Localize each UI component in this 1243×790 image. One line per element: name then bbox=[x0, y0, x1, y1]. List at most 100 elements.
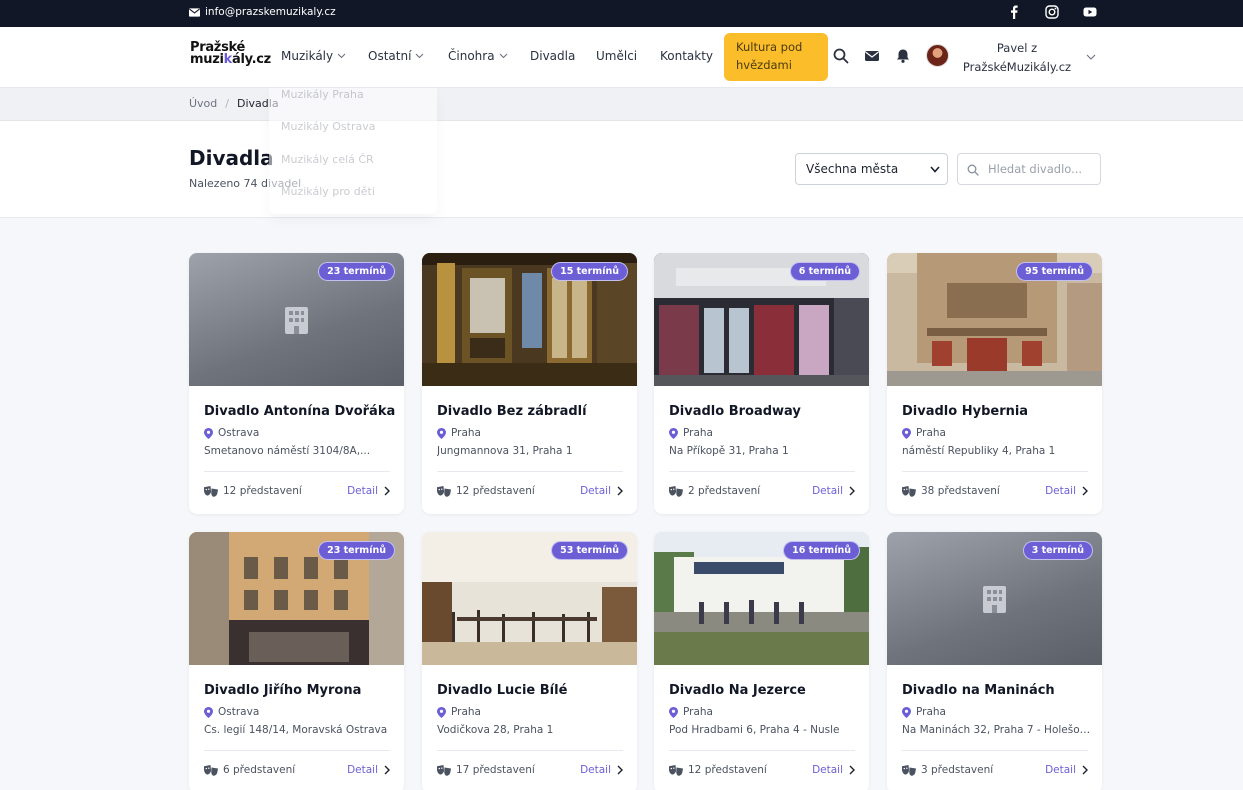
building-icon bbox=[285, 307, 308, 334]
card-divider bbox=[204, 750, 390, 751]
detail-link[interactable]: Detail bbox=[812, 764, 855, 776]
card-divider bbox=[902, 750, 1088, 751]
theatre-city: Praha bbox=[437, 706, 481, 718]
dropdown-item-muzikaly-praha[interactable]: Muzikály Praha bbox=[281, 88, 364, 101]
chevron-down-icon bbox=[337, 53, 346, 59]
shows-count: 2 představení bbox=[669, 485, 760, 497]
chevron-down-icon bbox=[499, 53, 507, 59]
instagram-icon[interactable] bbox=[1045, 5, 1059, 19]
chevron-down-icon bbox=[416, 53, 424, 59]
theatre-card[interactable]: 23 termínů Divadlo Antonína Dvořáka Ostr… bbox=[189, 253, 404, 514]
theatre-search-input[interactable] bbox=[988, 160, 1096, 178]
theatre-masks-icon bbox=[902, 764, 916, 776]
theatre-card[interactable]: 53 termínů Divadlo Lucie Bílé Praha Vodi… bbox=[422, 532, 637, 790]
theatre-masks-icon bbox=[669, 764, 683, 776]
map-pin-icon bbox=[204, 427, 213, 439]
chevron-down-icon[interactable] bbox=[1086, 54, 1096, 60]
nav-item-label: Divadla bbox=[530, 49, 576, 63]
theatre-name[interactable]: Divadlo Hybernia bbox=[902, 404, 1028, 419]
user-menu-name[interactable]: Pavel z PražskéMuzikály.cz bbox=[958, 39, 1076, 77]
map-pin-icon bbox=[902, 427, 911, 439]
top-bar: info@prazskemuzikaly.cz bbox=[0, 0, 1243, 27]
theatre-name[interactable]: Divadlo Jiřího Myrona bbox=[204, 683, 361, 698]
theatre-name[interactable]: Divadlo Na Jezerce bbox=[669, 683, 806, 698]
theatre-city: Praha bbox=[669, 706, 713, 718]
theatre-name[interactable]: Divadlo na Maninách bbox=[902, 683, 1055, 698]
nav-item-label: Muzikály bbox=[281, 49, 334, 63]
nav-item-ostatni[interactable]: Ostatní bbox=[368, 49, 424, 63]
shows-count: 6 představení bbox=[204, 764, 295, 776]
theatre-card[interactable]: 6 termínů Divadlo Broadway Praha Na Přík… bbox=[654, 253, 869, 514]
nav-item-divadla[interactable]: Divadla bbox=[530, 49, 575, 63]
dropdown-item-muzikaly-pro-deti[interactable]: Muzikály pro děti bbox=[281, 185, 375, 198]
shows-count: 12 představení bbox=[204, 485, 302, 497]
city-filter-value: Všechna města bbox=[806, 162, 899, 176]
chevron-right-icon bbox=[617, 486, 623, 496]
detail-link[interactable]: Detail bbox=[812, 485, 855, 497]
detail-link[interactable]: Detail bbox=[347, 485, 390, 497]
theatre-masks-icon bbox=[204, 764, 218, 776]
user-avatar[interactable] bbox=[926, 44, 949, 67]
social-links bbox=[1007, 5, 1097, 19]
card-divider bbox=[204, 471, 390, 472]
chevron-right-icon bbox=[849, 765, 855, 775]
theatre-address: Smetanovo náměstí 3104/8A,... bbox=[204, 445, 371, 457]
events-count-badge: 95 termínů bbox=[1016, 262, 1093, 281]
muzikaly-dropdown-menu: Muzikály Praha Muzikály Ostrava Muzikály… bbox=[269, 88, 437, 214]
theatre-name[interactable]: Divadlo Lucie Bílé bbox=[437, 683, 567, 698]
chevron-right-icon bbox=[384, 765, 390, 775]
map-pin-icon bbox=[204, 706, 213, 718]
detail-link[interactable]: Detail bbox=[580, 764, 623, 776]
dropdown-item-muzikaly-ostrava[interactable]: Muzikály Ostrava bbox=[281, 120, 376, 133]
theatre-masks-icon bbox=[204, 485, 218, 497]
theatre-name[interactable]: Divadlo Broadway bbox=[669, 404, 801, 419]
theatre-name[interactable]: Divadlo Bez zábradlí bbox=[437, 404, 587, 419]
nav-item-umelci[interactable]: Umělci bbox=[596, 49, 637, 63]
events-count-badge: 15 termínů bbox=[551, 262, 628, 281]
theatre-masks-icon bbox=[437, 485, 451, 497]
theatre-search-box[interactable] bbox=[957, 153, 1101, 185]
nav-item-cinohra[interactable]: Činohra bbox=[448, 49, 508, 63]
theatre-card[interactable]: 3 termínů Divadlo na Maninách Praha Na M… bbox=[887, 532, 1102, 790]
theatre-city: Praha bbox=[902, 427, 946, 439]
detail-link[interactable]: Detail bbox=[1045, 764, 1088, 776]
theatre-name[interactable]: Divadlo Antonína Dvořáka bbox=[204, 404, 395, 419]
youtube-icon[interactable] bbox=[1083, 5, 1097, 19]
theatre-address: Vodičkova 28, Praha 1 bbox=[437, 724, 554, 736]
chevron-down-icon bbox=[930, 166, 940, 173]
chevron-right-icon bbox=[849, 486, 855, 496]
contact-email[interactable]: info@prazskemuzikaly.cz bbox=[189, 6, 336, 18]
kultura-pod-hvezdami-button[interactable]: Kultura pod hvězdami bbox=[724, 33, 828, 81]
map-pin-icon bbox=[437, 427, 446, 439]
theatre-city: Praha bbox=[669, 427, 713, 439]
search-icon[interactable] bbox=[833, 48, 849, 64]
theatre-address: Jungmannova 31, Praha 1 bbox=[437, 445, 573, 457]
detail-link[interactable]: Detail bbox=[580, 485, 623, 497]
messages-icon[interactable] bbox=[864, 48, 880, 64]
card-divider bbox=[669, 750, 855, 751]
detail-link[interactable]: Detail bbox=[1045, 485, 1088, 497]
events-count-badge: 3 termínů bbox=[1022, 541, 1093, 560]
theatre-address: Na Maninách 32, Praha 7 - Holešovice bbox=[902, 724, 1092, 736]
theatre-card[interactable]: 95 termínů Divadlo Hybernia Praha náměst… bbox=[887, 253, 1102, 514]
site-logo[interactable]: Pražské muzikály.cz bbox=[190, 41, 271, 66]
facebook-icon[interactable] bbox=[1007, 5, 1021, 19]
events-count-badge: 23 termínů bbox=[318, 541, 395, 560]
card-divider bbox=[437, 750, 623, 751]
theatre-card[interactable]: 15 termínů Divadlo Bez zábradlí Praha Ju… bbox=[422, 253, 637, 514]
contact-email-text: info@prazskemuzikaly.cz bbox=[205, 6, 336, 18]
theatre-city: Praha bbox=[902, 706, 946, 718]
city-filter-select[interactable]: Všechna města bbox=[795, 153, 948, 185]
theatre-card[interactable]: 23 termínů Divadlo Jiřího Myrona Ostrava… bbox=[189, 532, 404, 790]
dropdown-item-muzikaly-cela-cr[interactable]: Muzikály celá ČR bbox=[281, 153, 374, 166]
nav-item-label: Umělci bbox=[596, 49, 638, 63]
theatre-card[interactable]: 16 termínů Divadlo Na Jezerce Praha Pod … bbox=[654, 532, 869, 790]
nav-item-kontakty[interactable]: Kontakty bbox=[660, 49, 713, 63]
nav-item-muzikaly[interactable]: Muzikály bbox=[281, 49, 346, 63]
events-count-badge: 53 termínů bbox=[551, 541, 628, 560]
breadcrumb-home[interactable]: Úvod bbox=[189, 97, 217, 110]
page-header: Divadla Nalezeno 74 divadel Všechna měst… bbox=[0, 121, 1243, 218]
theatre-city: Praha bbox=[437, 427, 481, 439]
detail-link[interactable]: Detail bbox=[347, 764, 390, 776]
bell-icon[interactable] bbox=[895, 48, 911, 64]
